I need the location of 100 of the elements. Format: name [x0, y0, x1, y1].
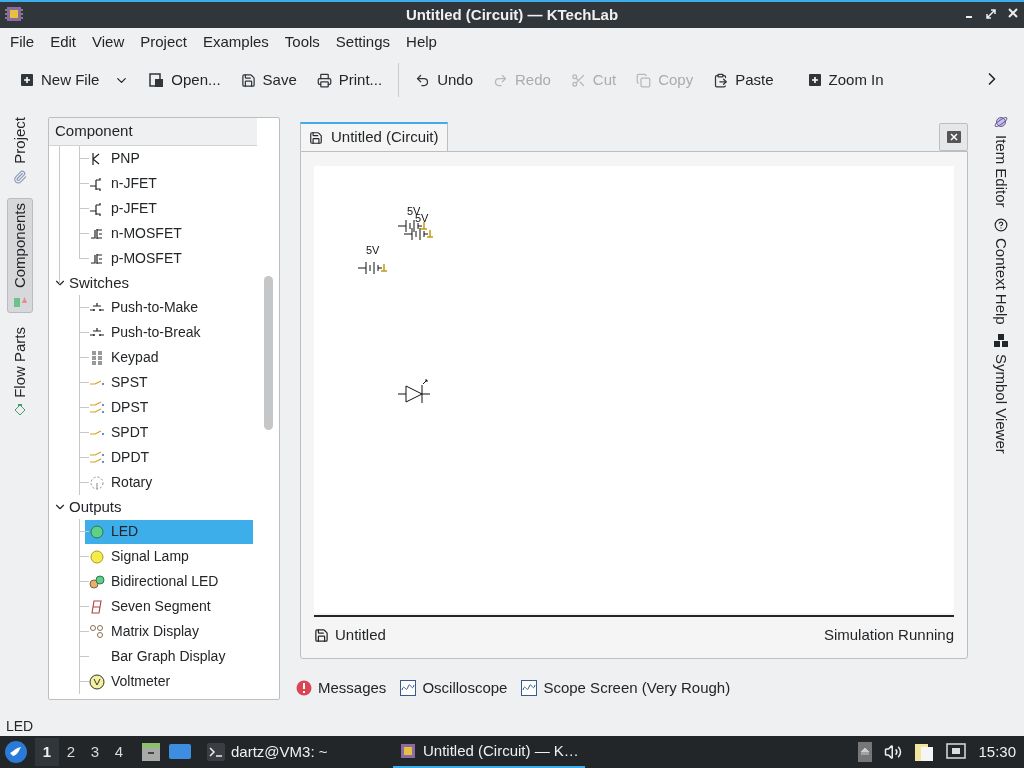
column-header[interactable]: Component: [49, 118, 257, 146]
tree-item[interactable]: Signal Lamp: [85, 544, 253, 569]
task-button[interactable]: Untitled (Circuit) — K…: [393, 736, 585, 768]
menu-item[interactable]: Examples: [194, 31, 277, 54]
menu-item[interactable]: Help: [398, 31, 445, 54]
tree-item[interactable]: p-JFET: [85, 196, 253, 221]
printer-icon: [316, 72, 332, 88]
start-menu-icon[interactable]: [5, 741, 27, 763]
toolbar-button[interactable]: Paste: [703, 64, 784, 96]
battery-symbol[interactable]: [357, 261, 388, 275]
alert-icon: [296, 680, 312, 697]
workspace-button[interactable]: 3: [83, 738, 107, 766]
toolbar-button[interactable]: New File: [10, 64, 140, 96]
tree-item[interactable]: n-MOSFET: [85, 221, 253, 246]
scissors-icon: [570, 72, 586, 88]
network-icon[interactable]: [946, 743, 967, 761]
tree-item[interactable]: LED: [85, 519, 253, 544]
side-tab[interactable]: Project: [7, 113, 33, 188]
new-file-icon: [20, 73, 34, 87]
bottom-tab[interactable]: Oscilloscope: [400, 677, 508, 700]
close-icon: [946, 131, 961, 143]
maximize-icon[interactable]: [986, 7, 996, 19]
tree-item[interactable]: p-MOSFET: [85, 246, 253, 271]
switch-icon: [89, 449, 105, 466]
tree-item[interactable]: Keypad: [85, 345, 253, 370]
close-tab-button[interactable]: [939, 123, 968, 151]
zoom-in-icon: [807, 73, 822, 87]
tree-item[interactable]: n-JFET: [85, 171, 253, 196]
toolbar-button[interactable]: Print...: [306, 64, 393, 96]
menu-item[interactable]: Project: [132, 31, 195, 54]
tree-item[interactable]: Push-to-Make: [85, 295, 253, 320]
app-icon: [399, 742, 417, 760]
keypad-icon: [89, 349, 105, 366]
clipboard-icon[interactable]: [914, 742, 935, 762]
tree-item[interactable]: Voltmeter: [85, 669, 253, 694]
tree-item[interactable]: Bidirectional LED: [85, 569, 253, 594]
tree-item[interactable]: DPDT: [85, 445, 253, 470]
tree-item[interactable]: SPDT: [85, 420, 253, 445]
tree-item[interactable]: Bar Graph Display: [85, 644, 253, 669]
planet-icon: [994, 115, 1008, 129]
workspace-button[interactable]: 1: [35, 738, 59, 766]
open-file-icon: [149, 72, 165, 88]
eject-icon[interactable]: [858, 742, 873, 762]
toolbar-button[interactable]: Open...: [139, 64, 231, 96]
menu-item[interactable]: Settings: [327, 31, 399, 54]
window-icon[interactable]: [169, 743, 191, 761]
close-icon[interactable]: [1008, 7, 1018, 19]
tree-item[interactable]: Push-to-Break: [85, 320, 253, 345]
status-text: LED: [6, 717, 34, 736]
menu-item[interactable]: Edit: [42, 31, 85, 54]
waveform-icon: [400, 680, 417, 697]
side-tab[interactable]: Flow Parts: [7, 322, 33, 422]
side-tab[interactable]: Item Editor: [989, 115, 1013, 208]
save-icon: [314, 627, 329, 643]
tree-group[interactable]: Outputs: [49, 495, 279, 519]
battery-symbol[interactable]: [403, 227, 434, 241]
matrix-display-icon: [89, 623, 105, 640]
menu-item[interactable]: Tools: [276, 31, 328, 54]
side-tab[interactable]: Context Help: [989, 217, 1013, 325]
paperclip-icon: [13, 169, 27, 184]
menu-item[interactable]: File: [2, 31, 43, 54]
tree-item[interactable]: PNP: [85, 146, 253, 171]
workspace-button[interactable]: 4: [107, 738, 131, 766]
tree-group[interactable]: Switches: [49, 271, 279, 295]
bottom-tab[interactable]: Scope Screen (Very Rough): [521, 677, 731, 700]
undo-icon: [415, 72, 431, 88]
copy-icon: [636, 72, 652, 88]
toolbar-button[interactable]: Save: [230, 64, 307, 96]
simulation-status: Simulation Running: [823, 624, 954, 645]
tree-item[interactable]: Matrix Display: [85, 619, 253, 644]
toolbar-button[interactable]: Zoom In: [797, 64, 894, 96]
workspace-button[interactable]: 2: [59, 738, 83, 766]
clipboard-icon: [713, 72, 729, 88]
clock: 15:30: [978, 741, 1016, 762]
tree-item[interactable]: Seven Segment: [85, 594, 253, 619]
tree-item[interactable]: SPST: [85, 370, 253, 395]
circuit-canvas[interactable]: 5V5V 5V: [314, 166, 954, 613]
led-symbol[interactable]: [397, 379, 431, 404]
bottom-tab[interactable]: Messages: [296, 677, 387, 700]
volume-icon[interactable]: [884, 743, 903, 761]
task-button[interactable]: dartz@VM3: ~: [201, 736, 393, 768]
seven-segment-icon: [89, 598, 105, 615]
file-cabinet-icon[interactable]: [141, 742, 161, 762]
save-icon: [309, 130, 323, 145]
tree-item[interactable]: Rotary: [85, 470, 253, 495]
document-name: Untitled: [335, 624, 386, 645]
lamp-icon: [89, 548, 105, 565]
voltage-label: 5V: [366, 244, 380, 256]
scrollbar[interactable]: [264, 276, 273, 430]
flowchart-icon: [13, 403, 27, 418]
menu-item[interactable]: View: [84, 31, 133, 54]
side-tab[interactable]: Symbol Viewer: [989, 334, 1013, 454]
document-tab[interactable]: Untitled (Circuit): [300, 122, 448, 151]
tree-item[interactable]: DPST: [85, 395, 253, 420]
switch-icon: [89, 399, 105, 416]
save-icon: [240, 72, 256, 88]
toolbar-button[interactable]: Undo: [405, 64, 483, 96]
app-icon: [5, 5, 23, 23]
side-tab[interactable]: Components: [7, 197, 33, 313]
bidirectional-led-icon: [89, 573, 105, 590]
